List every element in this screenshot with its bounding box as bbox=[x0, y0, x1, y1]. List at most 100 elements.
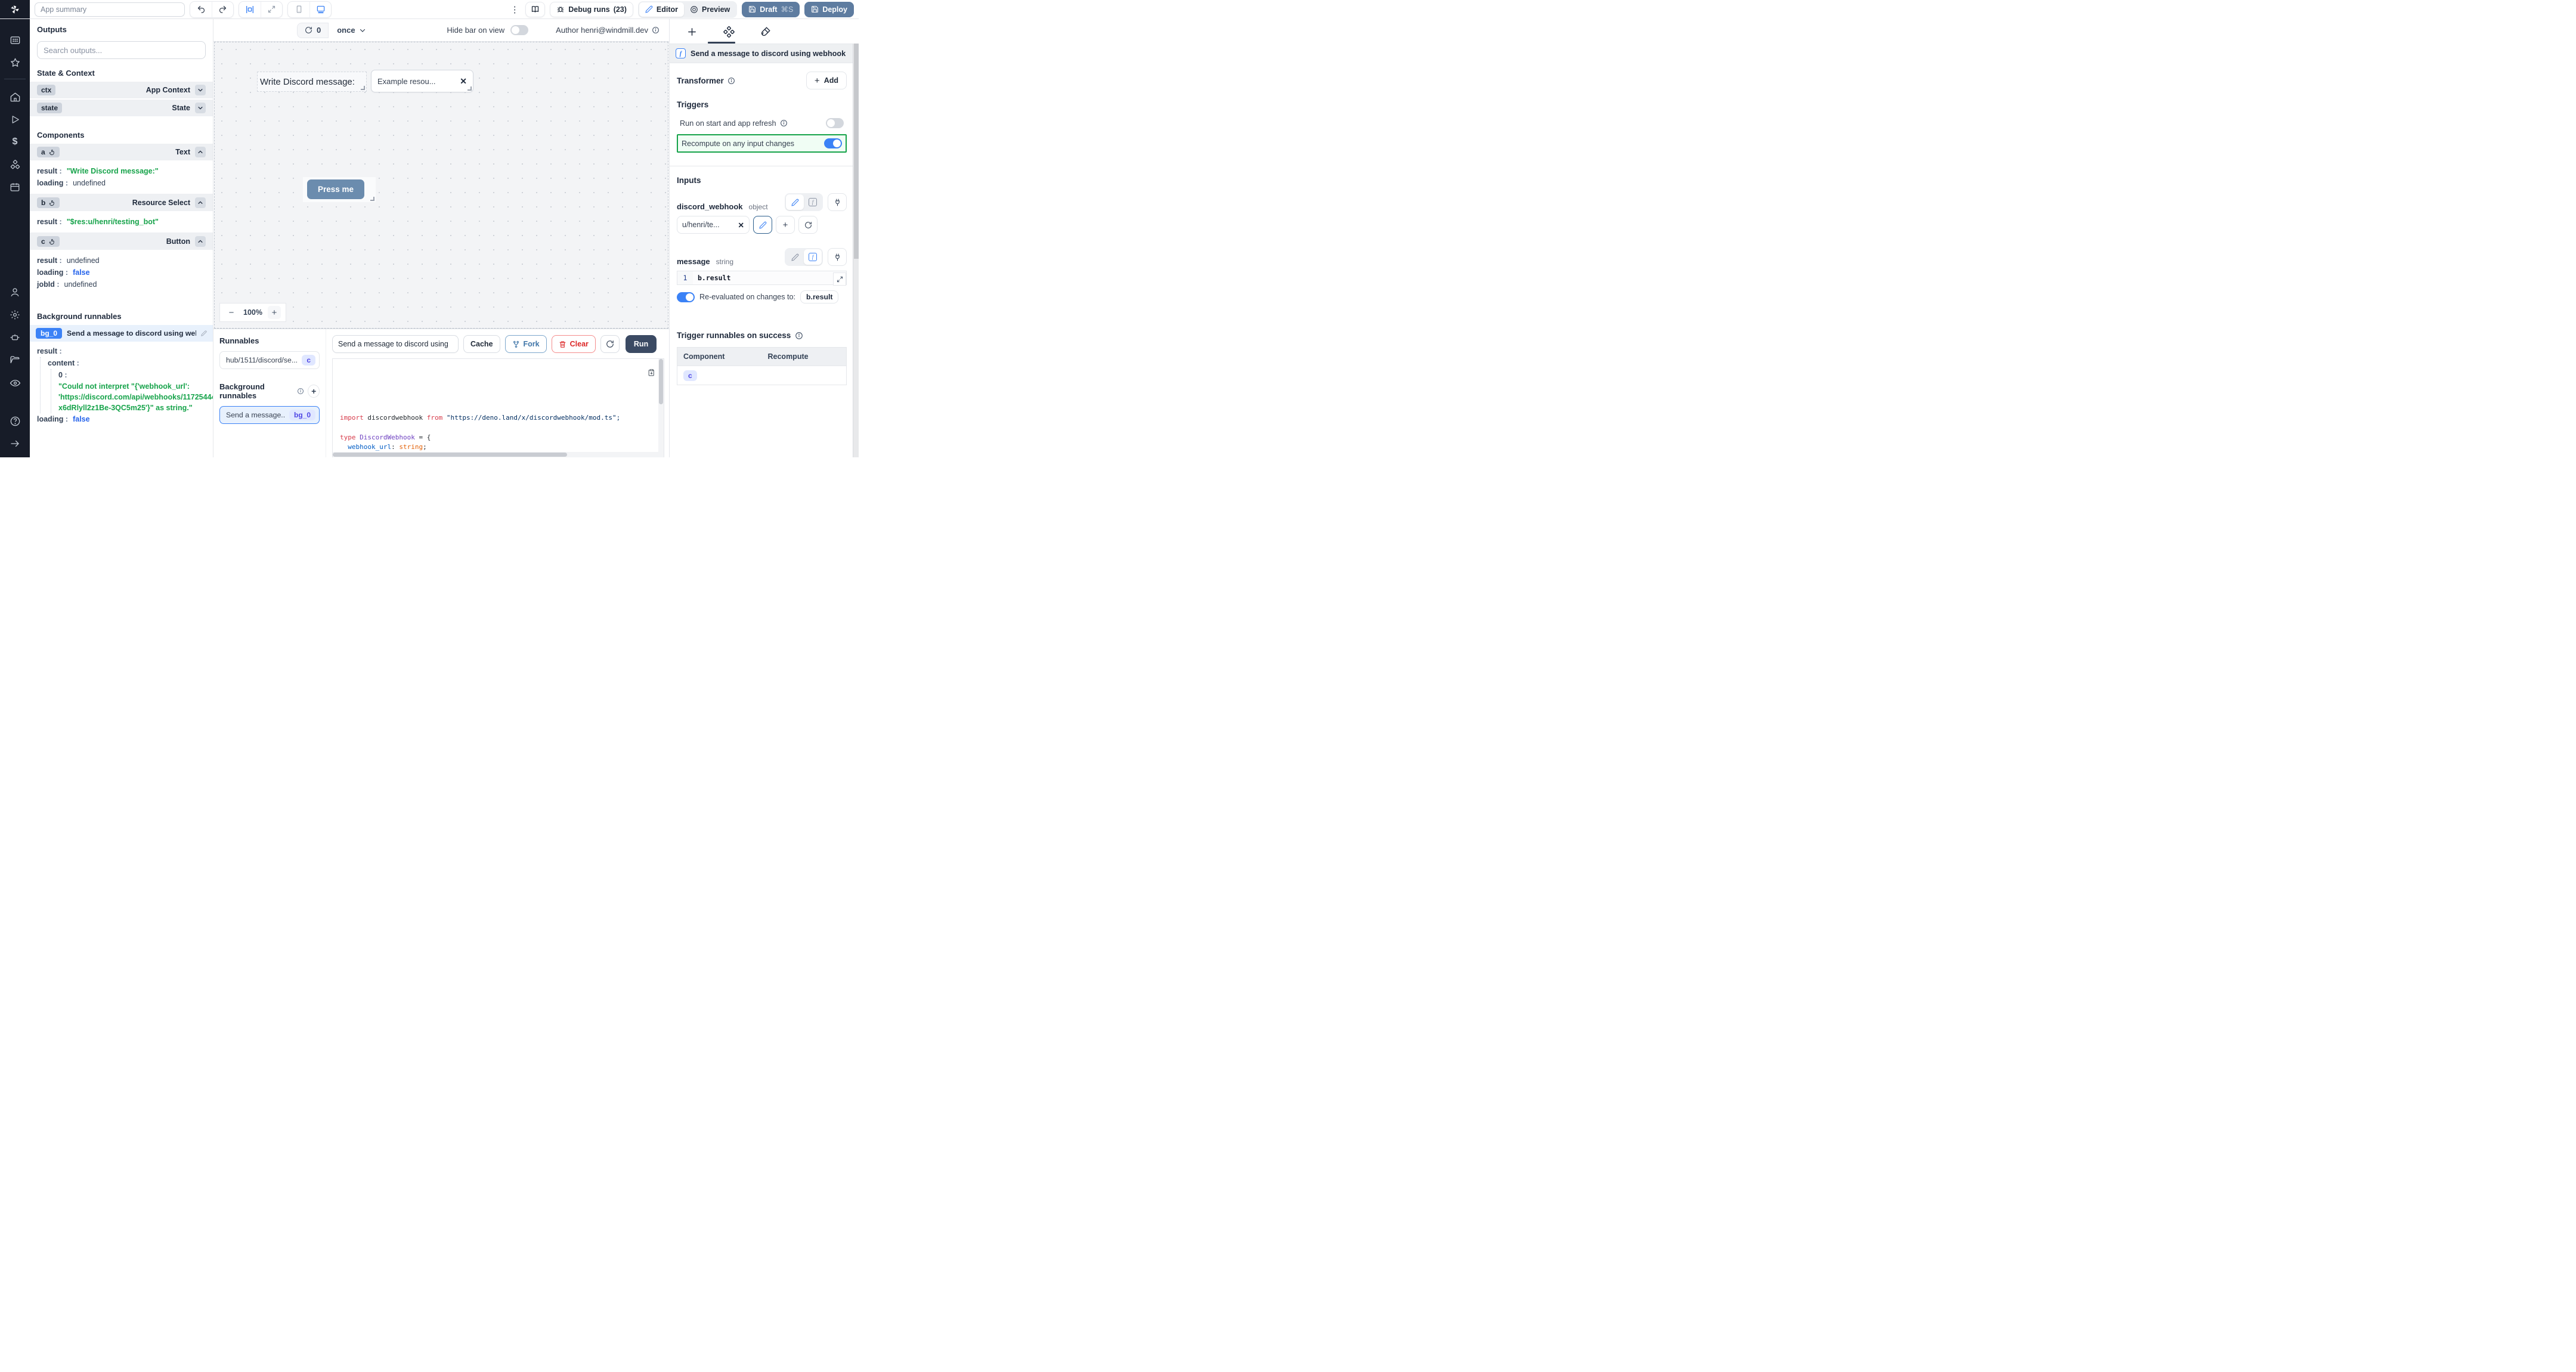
add-label: Add bbox=[824, 76, 838, 85]
tab-editor[interactable]: Editor bbox=[639, 2, 684, 17]
resource-picker[interactable]: u/henri/te... ✕ bbox=[677, 216, 750, 234]
app-canvas[interactable]: Write Discord message: Example resou... … bbox=[214, 42, 668, 329]
resize-handle[interactable] bbox=[361, 86, 365, 90]
run-mode-select[interactable]: once bbox=[335, 26, 366, 35]
state-row[interactable]: state State bbox=[30, 100, 213, 117]
eval-mode-button[interactable]: f bbox=[804, 249, 822, 265]
component-c-row[interactable]: c Button bbox=[30, 233, 213, 251]
refresh-count-button[interactable]: 0 bbox=[297, 23, 329, 38]
runnable-item[interactable]: hub/1511/discord/se... c bbox=[219, 351, 320, 369]
chevron-up-icon[interactable] bbox=[195, 147, 206, 157]
docs-button[interactable] bbox=[525, 2, 545, 17]
fork-button[interactable]: Fork bbox=[505, 335, 547, 353]
draft-button[interactable]: Draft ⌘S bbox=[742, 2, 800, 17]
zoom-out-button[interactable]: − bbox=[225, 306, 238, 319]
line-number: 1 bbox=[677, 271, 693, 284]
deploy-label: Deploy bbox=[822, 5, 847, 14]
reevaluate-toggle[interactable] bbox=[677, 292, 695, 302]
press-me-button[interactable]: Press me bbox=[307, 179, 364, 199]
run-button[interactable]: Run bbox=[626, 335, 657, 353]
bg0-row[interactable]: bg_0 Send a message to discord using web… bbox=[30, 325, 213, 342]
tab-component-settings[interactable] bbox=[722, 25, 735, 38]
chevron-up-icon[interactable] bbox=[195, 197, 206, 208]
button-component[interactable]: Press me bbox=[303, 177, 376, 202]
folders-icon[interactable] bbox=[5, 351, 25, 369]
error-line: 'https://discord.com/api/webhooks/117254… bbox=[58, 392, 206, 402]
add-bg-runnable-button[interactable]: + bbox=[308, 385, 320, 398]
windmill-logo[interactable] bbox=[0, 0, 30, 18]
schedules-icon[interactable] bbox=[5, 178, 25, 196]
inspector-scrollbar[interactable] bbox=[853, 44, 859, 457]
hide-bar-toggle[interactable] bbox=[510, 25, 528, 35]
cache-button[interactable]: Cache bbox=[463, 335, 500, 353]
clear-button[interactable]: Clear bbox=[552, 335, 596, 353]
tab-add-component[interactable] bbox=[685, 25, 698, 38]
runs-icon[interactable] bbox=[5, 110, 25, 128]
redo-button[interactable] bbox=[212, 2, 233, 17]
component-b-row[interactable]: b Resource Select bbox=[30, 194, 213, 212]
deploy-button[interactable]: Deploy bbox=[804, 2, 854, 17]
component-a-type: Text bbox=[175, 148, 190, 156]
bg-runnable-item[interactable]: Send a message... bg_0 bbox=[219, 406, 320, 424]
search-outputs-input[interactable] bbox=[37, 41, 206, 59]
edit-resource-button[interactable] bbox=[753, 216, 772, 234]
eval-mode-button[interactable]: f bbox=[804, 194, 822, 210]
run-on-start-toggle[interactable] bbox=[826, 118, 844, 128]
help-icon[interactable] bbox=[5, 412, 25, 430]
align-center-button[interactable] bbox=[239, 2, 261, 17]
resource-select-component[interactable]: Example resou... ✕ bbox=[371, 70, 473, 92]
workers-icon[interactable] bbox=[5, 329, 25, 346]
favorites-star-icon[interactable] bbox=[5, 54, 25, 72]
prop-value: undefined bbox=[67, 256, 100, 265]
zoom-in-button[interactable]: + bbox=[268, 306, 281, 319]
chevron-up-icon[interactable] bbox=[195, 236, 206, 247]
book-icon bbox=[531, 5, 540, 14]
message-expression-editor[interactable]: 1 b.result bbox=[677, 271, 847, 285]
clear-icon[interactable]: ✕ bbox=[460, 76, 467, 86]
settings-gear-icon[interactable] bbox=[5, 306, 25, 324]
mobile-view-button[interactable] bbox=[288, 2, 309, 17]
more-menu-button[interactable]: ⋮ bbox=[509, 4, 521, 15]
add-transformer-button[interactable]: + Add bbox=[806, 72, 847, 89]
connect-plug-button[interactable] bbox=[828, 193, 847, 211]
audit-eye-icon[interactable] bbox=[5, 374, 25, 392]
resources-icon[interactable] bbox=[5, 156, 25, 174]
collapse-arrow-icon[interactable] bbox=[5, 435, 25, 453]
code-vertical-scrollbar[interactable] bbox=[658, 359, 664, 457]
static-pencil-mode-button[interactable] bbox=[786, 249, 804, 265]
home-icon[interactable] bbox=[5, 88, 25, 106]
expand-editor-icon[interactable] bbox=[833, 272, 846, 286]
app-summary-input[interactable] bbox=[35, 2, 185, 17]
expand-button[interactable] bbox=[261, 2, 282, 17]
user-icon[interactable] bbox=[5, 283, 25, 301]
desktop-view-button[interactable] bbox=[309, 2, 331, 17]
debug-runs-button[interactable]: Debug runs (23) bbox=[550, 2, 633, 17]
pencil-icon[interactable] bbox=[201, 330, 207, 336]
chevron-down-icon[interactable] bbox=[195, 85, 206, 95]
chevron-down-icon[interactable] bbox=[195, 103, 206, 113]
tab-preview[interactable]: Preview bbox=[684, 2, 736, 17]
connect-plug-button[interactable] bbox=[828, 248, 847, 266]
resize-handle[interactable] bbox=[467, 86, 472, 91]
refresh-resource-button[interactable] bbox=[798, 216, 818, 234]
code-editor[interactable]: import discordwebhook from "https://deno… bbox=[332, 358, 664, 457]
component-a-row[interactable]: a Text bbox=[30, 144, 213, 162]
refresh-code-button[interactable] bbox=[600, 335, 620, 353]
copy-icon[interactable] bbox=[648, 368, 655, 376]
clear-icon[interactable]: ✕ bbox=[738, 221, 744, 230]
add-resource-button[interactable]: + bbox=[776, 216, 795, 234]
recompute-toggle[interactable] bbox=[824, 138, 842, 148]
apps-icon[interactable] bbox=[5, 31, 25, 49]
undo-button[interactable] bbox=[190, 2, 212, 17]
code-horizontal-scrollbar[interactable] bbox=[333, 452, 658, 457]
static-pencil-mode-button[interactable] bbox=[786, 194, 804, 210]
tab-styling-brush[interactable] bbox=[759, 25, 772, 38]
runnable-name-input[interactable] bbox=[332, 335, 459, 353]
reevaluate-target-chip[interactable]: b.result bbox=[800, 290, 838, 303]
resize-handle[interactable] bbox=[370, 197, 374, 201]
message-field-header: message string f bbox=[677, 248, 847, 266]
text-component[interactable]: Write Discord message: bbox=[258, 72, 366, 91]
ctx-row[interactable]: ctx App Context bbox=[30, 82, 213, 100]
f-icon: f bbox=[809, 198, 817, 206]
variables-icon[interactable]: $ bbox=[5, 133, 25, 151]
